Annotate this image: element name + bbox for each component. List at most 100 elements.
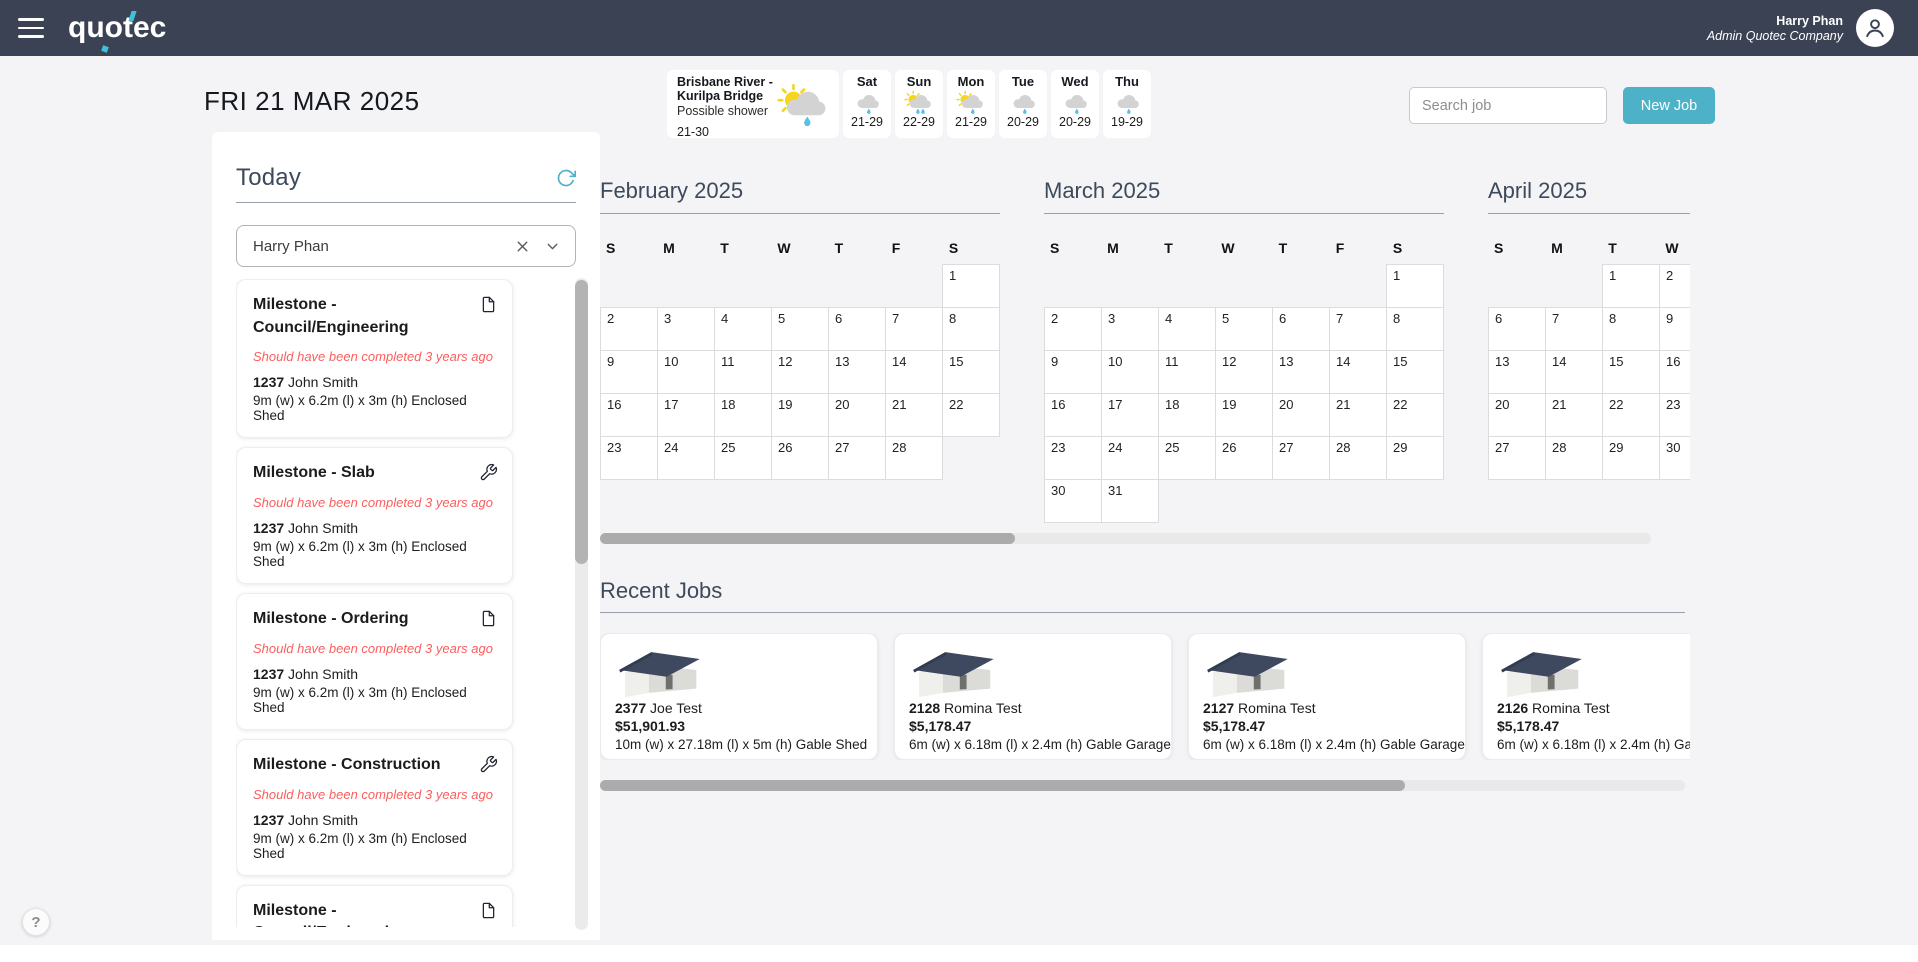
jobs-scrollbar-thumb[interactable] [600,780,1405,791]
calendar-day-cell[interactable]: 27 [829,437,886,480]
avatar[interactable] [1856,9,1894,47]
calendar-day-cell[interactable]: 13 [1273,351,1330,394]
calendar-day-cell[interactable]: 21 [886,394,943,437]
job-card[interactable]: 2377 Joe Test$51,901.9310m (w) x 27.18m … [600,633,878,760]
milestone-card[interactable]: Milestone - Council/EngineeringShould ha… [236,885,513,927]
calendar-day-cell[interactable]: 7 [886,308,943,351]
calendar-day-cell[interactable]: 9 [1045,351,1102,394]
calendar-scrollbar-thumb[interactable] [600,533,1015,544]
jobs-h-scrollbar[interactable] [600,780,1685,791]
chevron-down-icon[interactable] [544,238,561,255]
calendar-day-cell[interactable]: 29 [1603,437,1660,480]
calendar-day-cell[interactable]: 7 [1546,308,1603,351]
calendar-day-cell[interactable]: 27 [1273,437,1330,480]
calendar-day-cell[interactable]: 1 [1387,265,1444,308]
calendar-day-cell[interactable]: 1 [1603,265,1660,308]
milestone-card[interactable]: Milestone - ConstructionShould have been… [236,739,513,876]
calendar-day-cell[interactable]: 11 [715,351,772,394]
calendar-day-cell[interactable]: 19 [772,394,829,437]
search-input[interactable] [1409,87,1607,124]
calendar-day-cell[interactable]: 7 [1330,308,1387,351]
calendar-day-cell[interactable]: 23 [1660,394,1691,437]
calendar-day-cell[interactable]: 12 [1216,351,1273,394]
calendar-day-cell[interactable]: 11 [1159,351,1216,394]
calendar-day-cell[interactable]: 6 [1489,308,1546,351]
calendar-day-cell[interactable]: 8 [1603,308,1660,351]
milestone-card[interactable]: Milestone - SlabShould have been complet… [236,447,513,584]
calendar-day-cell[interactable]: 14 [1330,351,1387,394]
calendar-day-cell[interactable]: 25 [1159,437,1216,480]
calendar-day-cell[interactable]: 18 [715,394,772,437]
calendar-day-cell[interactable]: 6 [1273,308,1330,351]
calendar-day-cell[interactable]: 9 [601,351,658,394]
calendar-day-cell[interactable]: 3 [1102,308,1159,351]
calendar-day-cell[interactable]: 22 [943,394,1000,437]
calendar-day-cell[interactable]: 13 [829,351,886,394]
calendar-day-cell[interactable]: 30 [1045,480,1102,523]
job-card[interactable]: 2128 Romina Test$5,178.476m (w) x 6.18m … [894,633,1172,760]
clear-icon[interactable] [514,238,531,255]
calendar-day-cell[interactable]: 27 [1489,437,1546,480]
calendar-day-cell[interactable]: 19 [1216,394,1273,437]
calendar-day-cell[interactable]: 21 [1546,394,1603,437]
calendar-day-cell[interactable]: 23 [1045,437,1102,480]
calendar-day-cell[interactable]: 31 [1102,480,1159,523]
calendar-day-cell[interactable]: 8 [943,308,1000,351]
milestone-card[interactable]: Milestone - Council/EngineeringShould ha… [236,279,513,438]
calendar-day-cell[interactable]: 2 [1045,308,1102,351]
calendar-day-cell[interactable]: 25 [715,437,772,480]
calendar-day-cell[interactable]: 23 [601,437,658,480]
calendar-day-cell[interactable]: 28 [1330,437,1387,480]
calendar-day-cell[interactable]: 5 [1216,308,1273,351]
calendar-day-cell[interactable]: 26 [1216,437,1273,480]
calendar-day-cell[interactable]: 15 [943,351,1000,394]
calendar-day-cell[interactable]: 12 [772,351,829,394]
calendar-day-cell[interactable]: 10 [658,351,715,394]
calendar-day-cell[interactable]: 14 [1546,351,1603,394]
calendar-day-cell[interactable]: 28 [1546,437,1603,480]
calendar-day-cell[interactable]: 6 [829,308,886,351]
calendar-day-cell[interactable]: 21 [1330,394,1387,437]
calendar-day-cell[interactable]: 14 [886,351,943,394]
calendar-day-cell[interactable]: 4 [715,308,772,351]
job-card[interactable]: 2126 Romina Test$5,178.476m (w) x 6.18m … [1482,633,1690,760]
calendar-day-cell[interactable]: 24 [1102,437,1159,480]
calendar-day-cell[interactable]: 2 [1660,265,1691,308]
calendar-day-cell[interactable]: 5 [772,308,829,351]
calendar-day-cell[interactable]: 29 [1387,437,1444,480]
calendar-day-cell[interactable]: 30 [1660,437,1691,480]
calendar-day-cell[interactable]: 1 [943,265,1000,308]
calendar-day-cell[interactable]: 17 [1102,394,1159,437]
calendar-day-cell[interactable]: 26 [772,437,829,480]
menu-icon[interactable] [18,18,44,38]
calendar-day-cell[interactable]: 16 [1660,351,1691,394]
calendar-day-cell[interactable]: 2 [601,308,658,351]
calendar-day-cell[interactable]: 20 [1273,394,1330,437]
calendar-day-cell[interactable]: 8 [1387,308,1444,351]
job-card[interactable]: 2127 Romina Test$5,178.476m (w) x 6.18m … [1188,633,1466,760]
milestone-scrollbar[interactable] [575,278,588,930]
calendar-day-cell[interactable]: 18 [1159,394,1216,437]
calendar-day-cell[interactable]: 10 [1102,351,1159,394]
calendar-day-cell[interactable]: 13 [1489,351,1546,394]
calendar-day-cell[interactable]: 24 [658,437,715,480]
calendar-day-cell[interactable]: 22 [1387,394,1444,437]
refresh-icon[interactable] [556,168,576,188]
calendar-day-cell[interactable]: 17 [658,394,715,437]
calendar-day-cell[interactable]: 9 [1660,308,1691,351]
calendar-day-cell[interactable]: 20 [829,394,886,437]
milestone-scrollbar-thumb[interactable] [575,280,588,564]
calendar-day-cell[interactable]: 20 [1489,394,1546,437]
calendar-day-cell[interactable]: 4 [1159,308,1216,351]
calendar-day-cell[interactable]: 22 [1603,394,1660,437]
help-button[interactable]: ? [22,908,50,936]
calendar-day-cell[interactable]: 16 [1045,394,1102,437]
calendar-day-cell[interactable]: 16 [601,394,658,437]
calendar-day-cell[interactable]: 15 [1387,351,1444,394]
calendar-day-cell[interactable]: 15 [1603,351,1660,394]
person-filter-select[interactable]: Harry Phan [236,225,576,267]
milestone-card[interactable]: Milestone - OrderingShould have been com… [236,593,513,730]
new-job-button[interactable]: New Job [1623,87,1715,124]
calendar-h-scrollbar[interactable] [600,533,1651,544]
calendar-day-cell[interactable]: 3 [658,308,715,351]
